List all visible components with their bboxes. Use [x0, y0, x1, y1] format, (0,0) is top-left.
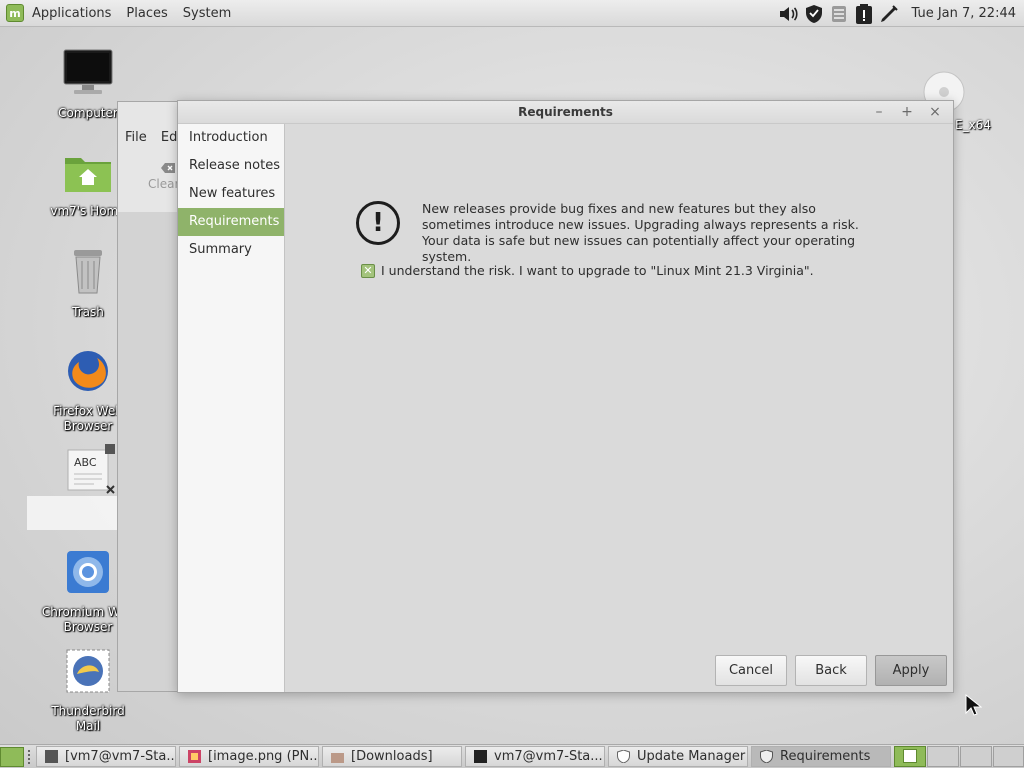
taskbar-task-image-viewer[interactable]: [image.png (PN...	[179, 746, 319, 767]
menu-system[interactable]: System	[183, 6, 231, 21]
risk-checkbox-row[interactable]: ✕ I understand the risk. I want to upgra…	[361, 263, 814, 278]
clear-button[interactable]: Clear	[148, 162, 179, 191]
desktop-icon-rename-field[interactable]	[27, 496, 119, 530]
backspace-icon	[148, 162, 179, 177]
requirements-dialog: Requirements – + × Introduction Release …	[177, 100, 954, 693]
desktop-icon-label: Thunderbird Mail	[51, 704, 125, 733]
sidebar-item-introduction[interactable]: Introduction	[178, 124, 284, 152]
maximize-icon[interactable]: +	[899, 104, 915, 120]
sidebar-item-summary[interactable]: Summary	[178, 236, 284, 264]
sidebar-item-new-features[interactable]: New features	[178, 180, 284, 208]
clock[interactable]: Tue Jan 7, 22:44	[911, 6, 1016, 21]
taskbar: [vm7@vm7-Sta... [image.png (PN... [Downl…	[0, 744, 1024, 768]
taskbar-task-terminal-2[interactable]: vm7@vm7-Sta...	[465, 746, 605, 767]
shield-icon	[617, 749, 630, 764]
cancel-button[interactable]: Cancel	[715, 655, 787, 686]
shield-icon[interactable]	[803, 3, 825, 25]
menu-applications[interactable]: Applications	[32, 6, 111, 21]
folder-icon	[331, 750, 344, 763]
monitor-icon	[40, 48, 136, 100]
dialog-title: Requirements	[518, 105, 613, 119]
dialog-titlebar[interactable]: Requirements – + ×	[178, 101, 953, 124]
warning-text: New releases provide bug fixes and new f…	[422, 201, 859, 264]
taskbar-task-downloads[interactable]: [Downloads]	[322, 746, 462, 767]
menu-places[interactable]: Places	[126, 6, 167, 21]
bg-menu-file[interactable]: File	[125, 130, 147, 145]
workspace-2[interactable]	[927, 746, 959, 767]
terminal-icon	[474, 750, 487, 763]
taskbar-task-update-manager[interactable]: Update Manager	[608, 746, 748, 767]
svg-text:ABC: ABC	[74, 456, 97, 469]
system-tray: Tue Jan 7, 22:44	[778, 0, 1024, 27]
workspace-3[interactable]	[960, 746, 992, 767]
top-panel: m Applications Places System Tue Jan 7, …	[0, 0, 1024, 27]
warning-icon: !	[356, 201, 400, 245]
dialog-sidebar: Introduction Release notes New features …	[178, 124, 285, 692]
workspace-1[interactable]	[894, 746, 926, 767]
taskbar-task-terminal-1[interactable]: [vm7@vm7-Sta...	[36, 746, 176, 767]
show-desktop-icon[interactable]	[0, 747, 24, 767]
mint-menu-icon[interactable]: m	[6, 4, 24, 22]
clear-label: Clear	[148, 177, 180, 191]
shield-icon	[903, 749, 917, 763]
sidebar-item-release-notes[interactable]: Release notes	[178, 152, 284, 180]
taskbar-handle[interactable]	[28, 750, 34, 764]
bg-menu-edit[interactable]: Ed	[161, 130, 177, 145]
dialog-content: ! New releases provide bug fixes and new…	[285, 124, 953, 692]
workspace-4[interactable]	[993, 746, 1024, 767]
taskbar-task-requirements[interactable]: Requirements	[751, 746, 891, 767]
image-viewer-icon	[188, 750, 201, 763]
pen-icon[interactable]	[878, 3, 900, 25]
mouse-cursor-icon	[964, 693, 983, 721]
terminal-icon	[45, 750, 58, 763]
close-icon[interactable]: ×	[927, 104, 943, 120]
update-manager-icon[interactable]	[853, 3, 875, 25]
network-icon[interactable]	[828, 3, 850, 25]
minimize-icon[interactable]: –	[871, 104, 887, 120]
risk-checkbox[interactable]: ✕	[361, 263, 375, 278]
shield-icon	[760, 749, 773, 764]
back-button[interactable]: Back	[795, 655, 867, 686]
disc-label: E_x64	[955, 118, 991, 132]
sidebar-item-requirements[interactable]: Requirements	[178, 208, 284, 236]
risk-checkbox-label[interactable]: I understand the risk. I want to upgrade…	[381, 263, 814, 278]
volume-icon[interactable]	[778, 3, 800, 25]
apply-button[interactable]: Apply	[875, 655, 947, 686]
